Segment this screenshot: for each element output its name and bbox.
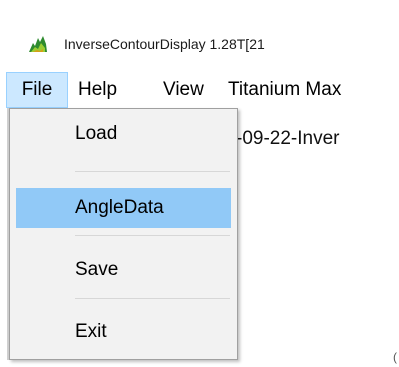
- menu-help[interactable]: Help: [78, 72, 117, 108]
- menu-titanium-max[interactable]: Titanium Max: [228, 72, 341, 108]
- menu-item-angledata[interactable]: AngleData: [16, 188, 231, 228]
- menu-item-exit[interactable]: Exit: [16, 312, 231, 352]
- menu-view[interactable]: View: [163, 72, 204, 108]
- menu-separator: [75, 298, 230, 299]
- window-title: InverseContourDisplay 1.28T[21: [64, 36, 265, 52]
- file-dropdown-menu: Load AngleData Save Exit: [9, 108, 238, 360]
- content-filename-text: -09-22-Inver: [236, 128, 340, 149]
- menu-separator: [75, 171, 230, 172]
- menu-separator: [75, 235, 230, 236]
- app-window: InverseContourDisplay 1.28T[21 File Help…: [0, 0, 399, 367]
- menu-item-save[interactable]: Save: [16, 250, 231, 290]
- app-chart-icon: [28, 34, 48, 54]
- content-corner-text: (: [393, 350, 397, 364]
- menu-item-load[interactable]: Load: [16, 114, 231, 154]
- menu-bar: File Help View Titanium Max: [0, 72, 399, 108]
- title-bar: InverseContourDisplay 1.28T[21: [0, 0, 399, 62]
- menu-file[interactable]: File: [6, 72, 68, 108]
